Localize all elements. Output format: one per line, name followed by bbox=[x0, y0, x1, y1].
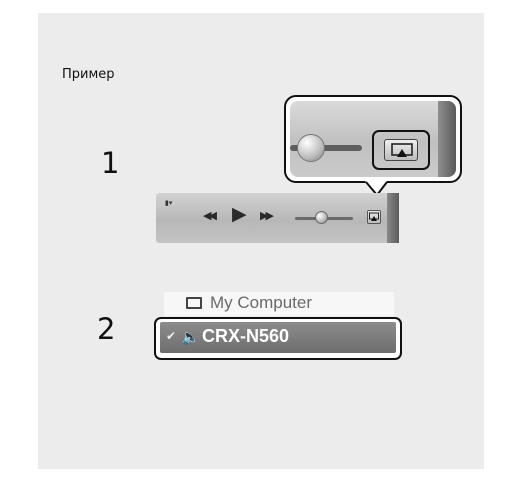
volume-knob[interactable] bbox=[315, 211, 329, 224]
device-row-crx-n560[interactable]: ✔ 🔈 CRX-N560 bbox=[160, 322, 396, 353]
example-caption: Пример bbox=[62, 67, 115, 82]
zoomed-toolbar bbox=[290, 101, 456, 177]
play-icon[interactable]: ▶ bbox=[232, 203, 247, 225]
monitor-icon bbox=[186, 297, 202, 309]
toolbar-edge bbox=[387, 193, 399, 243]
rewind-icon[interactable]: ◀◀ bbox=[203, 209, 217, 222]
zoom-callout bbox=[284, 95, 462, 183]
player-toolbar: ▮▾ ◀◀ ▶ ▶▶ bbox=[156, 193, 399, 243]
check-icon: ✔ bbox=[166, 329, 177, 343]
speaker-icon: 🔈 bbox=[181, 328, 200, 346]
airplay-button[interactable] bbox=[367, 210, 381, 224]
device-row-my-computer[interactable]: My Computer bbox=[164, 292, 394, 316]
zoomed-volume-knob[interactable] bbox=[297, 134, 325, 162]
step-number-1: 1 bbox=[101, 146, 120, 180]
device-label: My Computer bbox=[210, 293, 313, 312]
fast-forward-icon[interactable]: ▶▶ bbox=[260, 209, 274, 222]
device-label: CRX-N560 bbox=[202, 326, 290, 346]
step-number-2: 2 bbox=[97, 312, 116, 346]
sidebar-toggle-icon[interactable]: ▮▾ bbox=[165, 199, 172, 207]
airplay-icon[interactable] bbox=[384, 139, 418, 161]
toolbar-edge bbox=[438, 101, 456, 177]
